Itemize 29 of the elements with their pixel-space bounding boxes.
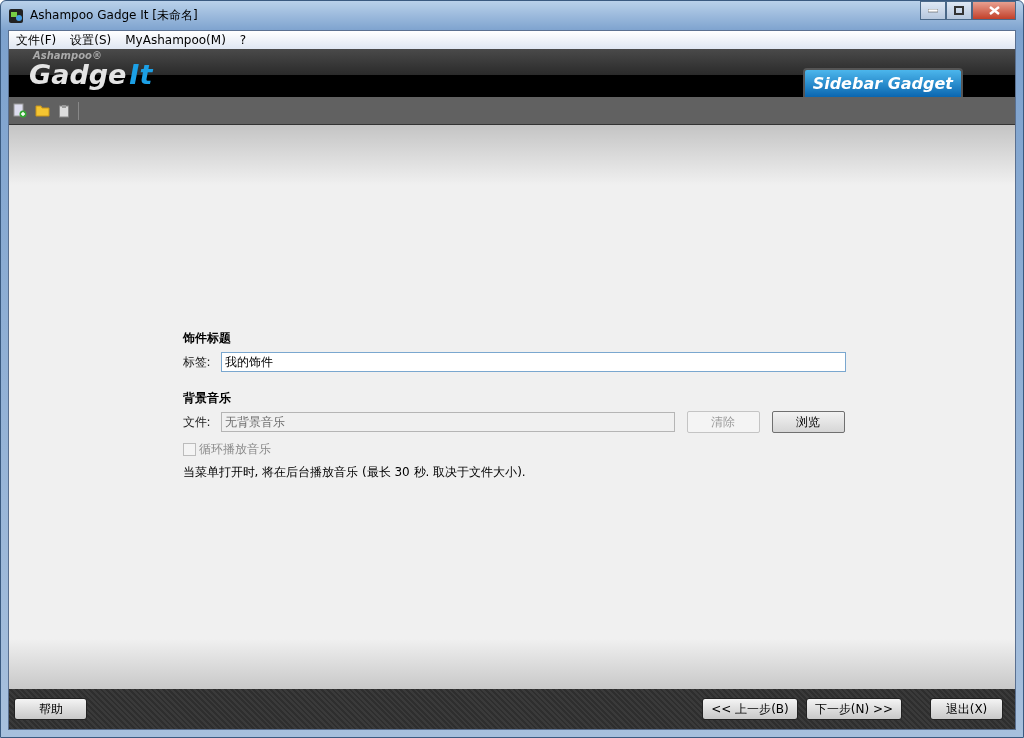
window-title: Ashampoo Gadge It [未命名] bbox=[30, 7, 198, 24]
mode-tab[interactable]: Sidebar Gadget bbox=[802, 68, 963, 97]
menu-item[interactable]: MyAshampoo(M) bbox=[118, 33, 233, 47]
field-label: 标签: bbox=[182, 353, 212, 371]
logo-suffix: It bbox=[129, 61, 153, 89]
music-note: 当菜单打开时, 将在后台播放音乐 (最长 30 秒. 取决于文件大小). bbox=[182, 464, 527, 481]
minimize-icon bbox=[928, 8, 938, 13]
field-label: 文件: bbox=[182, 413, 212, 431]
help-button[interactable]: 帮助 bbox=[14, 698, 87, 720]
exit-button[interactable]: 退出(X) bbox=[930, 698, 1003, 720]
section-heading: 饰件标题 bbox=[182, 330, 232, 347]
maximize-icon bbox=[954, 6, 964, 15]
maximize-button[interactable] bbox=[946, 1, 972, 20]
next-button[interactable]: 下一步(N) >> bbox=[805, 698, 902, 720]
menu-item[interactable]: 文件(F) bbox=[9, 31, 64, 49]
folder-icon[interactable] bbox=[35, 104, 50, 117]
label-input[interactable]: 我的饰件 bbox=[220, 352, 846, 372]
close-icon bbox=[988, 6, 1000, 15]
minimize-button[interactable] bbox=[920, 1, 946, 20]
logo-brand: Ashampoo® bbox=[33, 50, 103, 61]
menu-item[interactable]: ? bbox=[232, 33, 254, 47]
back-button[interactable]: << 上一步(B) bbox=[702, 698, 798, 720]
app-icon bbox=[8, 7, 24, 24]
close-button[interactable] bbox=[972, 1, 1016, 20]
new-document-icon[interactable] bbox=[13, 103, 27, 118]
menu-item[interactable]: 设置(S) bbox=[63, 31, 119, 49]
section-heading: 背景音乐 bbox=[182, 390, 232, 407]
clipboard-icon[interactable] bbox=[58, 103, 70, 118]
logo-name: Gadge bbox=[29, 61, 127, 89]
